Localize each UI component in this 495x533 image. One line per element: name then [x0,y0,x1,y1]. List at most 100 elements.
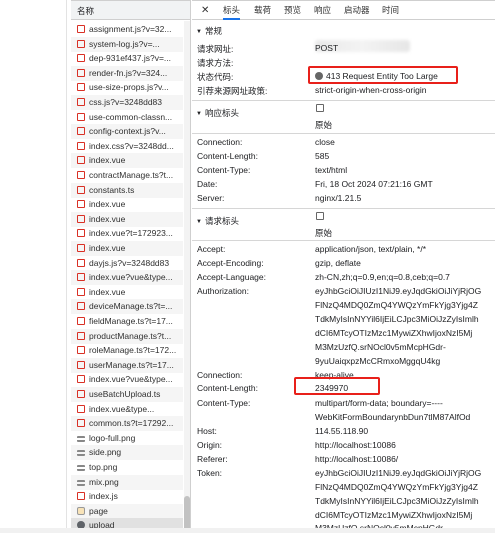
token-value-line: eyJhbGciOiJIUzI1NiJ9.eyJqdGkiOiJiYjRjOG [315,468,482,478]
content-length-highlight-box [294,377,380,395]
request-header-label: Authorization: [197,286,249,296]
response-header-value: 585 [315,151,330,161]
request-header-label: Accept-Language: [197,272,266,282]
request-list-item[interactable]: index.vue?vue&type... [71,372,183,387]
request-list-item[interactable]: mix.png [71,474,183,490]
image-file-icon [77,450,85,457]
request-raw-label[interactable]: 原始 [315,227,332,239]
bottom-edge [0,528,495,533]
request-list-item-label: assignment.js?v=32... [89,24,172,34]
request-list-item[interactable]: index.vue?t=172923... [71,226,183,241]
request-headers-title: 请求标头 [204,216,239,226]
request-list-item[interactable]: index.vue?vue&type... [71,270,183,286]
request-list-item[interactable]: top.png [71,460,183,475]
request-list-item[interactable]: dep-931ef437.js?v=... [71,51,183,66]
ts-file-icon [77,331,85,340]
request-list-item[interactable]: index.vue [71,153,183,169]
request-list-item[interactable]: side.png [71,445,183,461]
request-list-item[interactable]: deviceManage.ts?t=... [71,299,183,315]
auth-value-line: 9yuUaiqxpzMcCRmxoMggqU4kg [315,356,441,366]
tab-timing[interactable]: 时间 [382,1,399,20]
request-list-item[interactable]: productManage.ts?t... [71,328,183,344]
request-list-item-label: userManage.ts?t=17... [89,359,174,370]
request-list-item[interactable]: system-log.js?v=... [71,36,183,52]
request-list-item[interactable]: constants.ts [71,182,183,198]
request-list-item-label: constants.ts [89,184,135,195]
request-list-item[interactable]: index.vue [71,211,183,227]
request-list-item-label: fieldManage.ts?t=17... [89,316,173,326]
request-list-item-label: common.ts?t=17292... [89,418,174,429]
referrer-policy-value: strict-origin-when-cross-origin [315,85,427,95]
request-list-item-label: render-fn.js?v=324... [89,67,168,78]
request-list-item[interactable]: useBatchUpload.ts [71,387,183,402]
token-value-line: FlNzQ4MDQ0ZmQ4YWQzYmFkYjg3Yjg4Z [315,482,478,492]
request-headers-section-header[interactable]: ▼ 请求标头 [192,214,495,228]
tab-preview[interactable]: 预览 [284,1,301,20]
request-raw-checkbox[interactable] [316,212,324,220]
auth-value-line: TdkMyIsInNYYil6IjEiLCJpc3MiOiJzZyIsImlh [315,314,479,324]
request-list-item-label: index.vue?vue&type... [89,272,173,283]
auth-value-line: FlNzQ4MDQ0ZmQ4YWQzYmFkYjg3Yjg4Z [315,300,478,310]
response-header-label: Content-Length: [197,151,258,161]
request-list-item[interactable]: index.js [71,489,183,504]
general-section-header[interactable]: ▼ 常规 [192,24,495,38]
tab-initiator[interactable]: 启动器 [344,1,370,20]
request-list-item[interactable]: css.js?v=3248dd83 [71,95,183,110]
request-list-item-label: deviceManage.ts?t=... [89,301,173,312]
request-list-scrollbar[interactable] [184,21,190,533]
vue-file-icon [77,214,85,223]
request-list-item[interactable]: logo-full.png [71,431,183,446]
document-icon [77,506,85,515]
request-list-item-label: mix.png [89,476,119,487]
request-list-item[interactable]: page [71,503,183,519]
request-list-item[interactable]: dayjs.js?v=3248dd83 [71,256,183,271]
ts-file-icon [77,390,85,398]
tab-payload[interactable]: 载荷 [254,1,271,20]
request-list-item[interactable]: index.css?v=3248dd... [71,139,183,154]
request-list-item[interactable]: use-common-classn... [71,110,183,125]
name-column-header[interactable]: 名称 [71,0,190,20]
response-header-value: Fri, 18 Oct 2024 07:21:16 GMT [315,179,433,189]
status-highlight-box [308,66,458,84]
request-list-item[interactable]: index.vue&type... [71,402,183,417]
request-list-item[interactable]: userManage.ts?t=17... [71,357,183,373]
request-list-item-label: index.css?v=3248dd... [89,140,174,151]
request-list-item[interactable]: fieldManage.ts?t=17... [71,314,183,329]
request-list-item[interactable]: render-fn.js?v=324... [71,65,183,81]
request-list-item[interactable]: assignment.js?v=32... [71,22,183,37]
response-raw-label[interactable]: 原始 [315,119,332,131]
ts-file-icon [77,419,85,428]
request-list-item-label: contractManage.ts?t... [89,170,174,180]
response-headers-section-header[interactable]: ▼ 响应标头 [192,106,495,120]
left-margin [0,0,70,533]
tab-response[interactable]: 响应 [314,1,331,20]
request-list-item[interactable]: index.vue [71,285,183,300]
request-header-value: gzip, deflate [315,258,361,268]
request-header-label: Content-Type: [197,398,251,408]
request-list-item[interactable]: common.ts?t=17292... [71,416,183,432]
request-list-item[interactable]: use-size-props.js?v... [71,80,183,95]
request-list-item[interactable]: contractManage.ts?t... [71,168,183,183]
response-header-value: text/html [315,165,348,175]
tab-headers[interactable]: 标头 [223,1,241,20]
request-list-item-label: useBatchUpload.ts [89,389,161,399]
close-icon[interactable]: ✕ [201,1,209,20]
request-method-label: 请求方法: [197,58,234,68]
request-list-item[interactable]: index.vue [71,241,183,256]
request-header-value: application/json, text/plain, */* [315,244,427,254]
status-code-label: 状态代码: [197,72,234,82]
auth-value-line: M3MzUzfQ.srNOcl0v5mMcpHGdr- [315,342,446,352]
vue-file-icon [77,156,85,165]
request-list-item[interactable]: roleManage.ts?t=172... [71,343,183,358]
js-file-icon [77,39,85,48]
request-list-item-label: index.vue [89,286,126,297]
request-list-item[interactable]: index.vue [71,197,183,212]
request-list-item-label: dep-931ef437.js?v=... [89,53,171,64]
request-header-value: http://localhost:10086 [315,440,396,450]
ts-file-icon [77,171,85,179]
request-list-item[interactable]: config-context.js?v... [71,124,183,140]
js-file-icon [77,98,85,106]
request-list-item-label: system-log.js?v=... [89,38,160,49]
response-raw-checkbox[interactable] [316,104,324,112]
request-list-item-label: use-common-classn... [89,111,173,122]
